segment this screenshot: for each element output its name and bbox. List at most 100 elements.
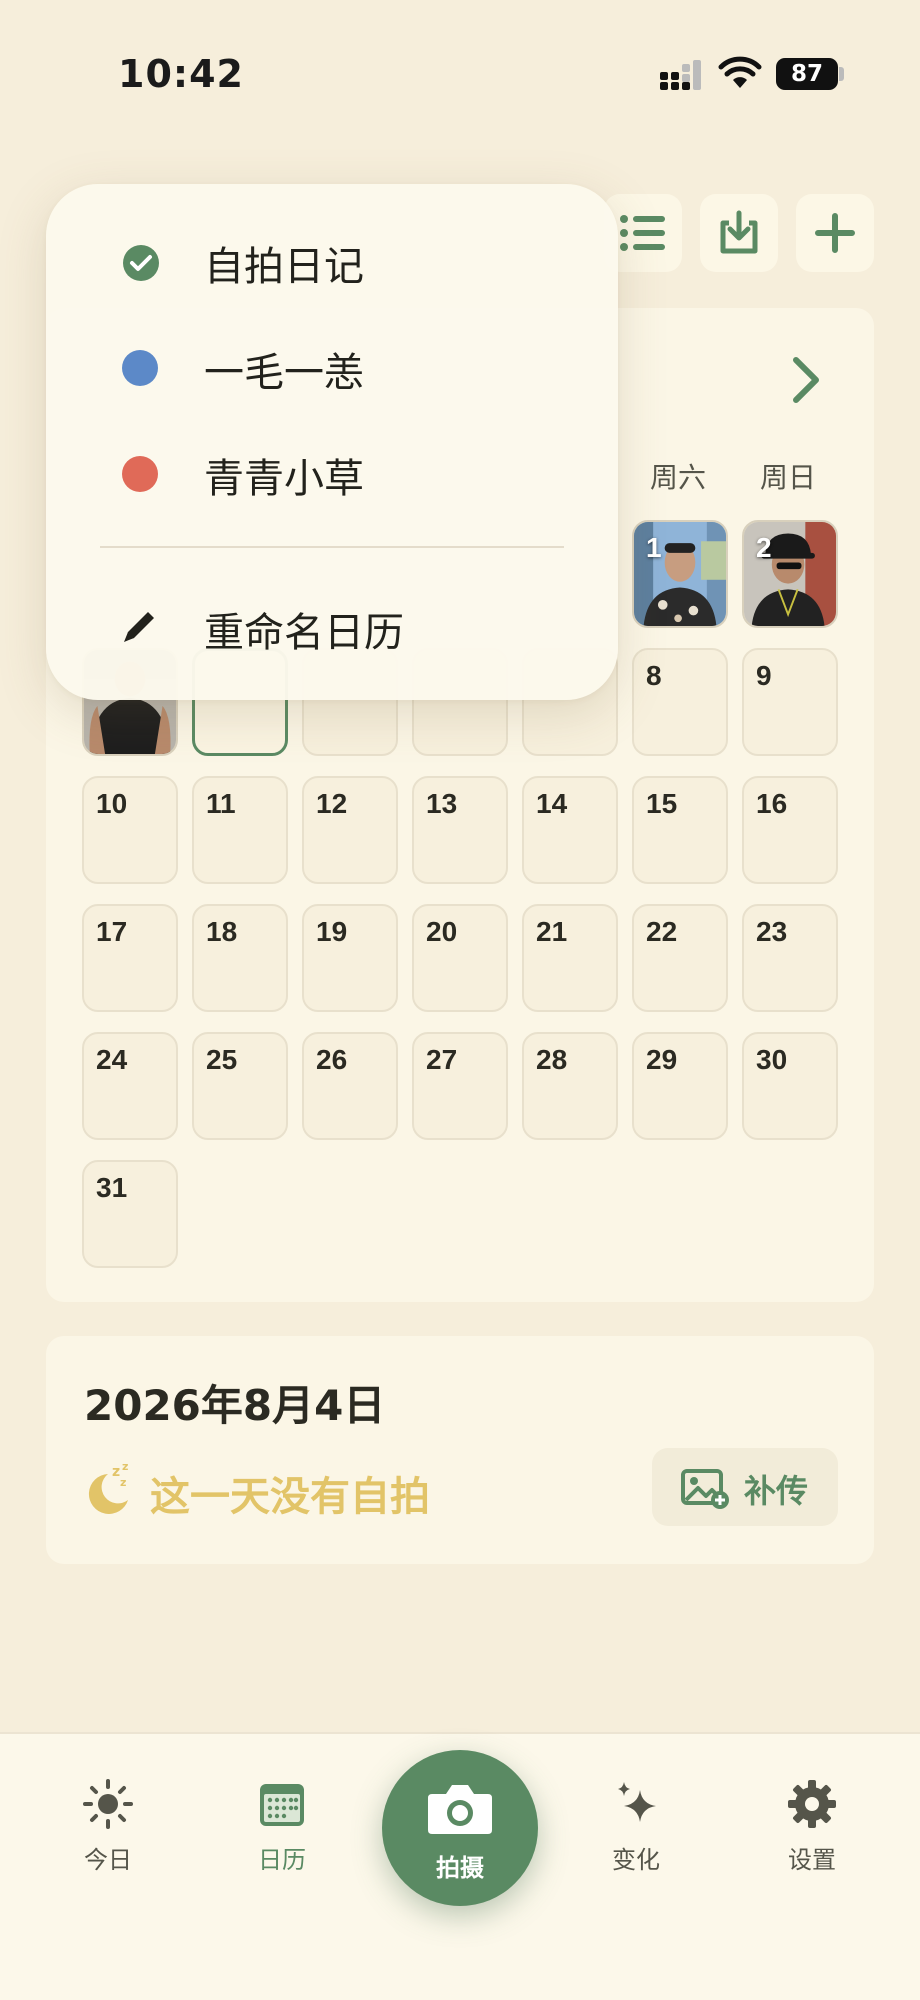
day-cell-31[interactable]: 31: [82, 1160, 178, 1268]
day-number: 27: [426, 1044, 458, 1075]
chevron-right-icon[interactable]: [788, 354, 824, 406]
list-icon: [620, 215, 665, 251]
day-cell-22[interactable]: 22: [632, 904, 728, 1012]
day-cell-29[interactable]: 29: [632, 1032, 728, 1140]
day-cell-26[interactable]: 26: [302, 1032, 398, 1140]
day-number: 31: [96, 1172, 128, 1203]
day-number: 23: [756, 916, 788, 947]
tab-today[interactable]: 今日: [48, 1778, 168, 1875]
battery-indicator: 87: [776, 58, 838, 90]
day-cell-21[interactable]: 21: [522, 904, 618, 1012]
add-photo-icon: [681, 1469, 729, 1509]
gear-icon: [788, 1780, 836, 1828]
day-number: 21: [536, 916, 568, 947]
capture-label: 拍摄: [436, 1854, 484, 1882]
day-cell-1[interactable]: 1: [632, 520, 728, 628]
day-cell-16[interactable]: 16: [742, 776, 838, 884]
day-cell-27[interactable]: 27: [412, 1032, 508, 1140]
day-number: 9: [756, 660, 772, 691]
day-cell-20[interactable]: 20: [412, 904, 508, 1012]
menu-item-qingqing[interactable]: 青青小草: [46, 426, 618, 516]
tab-label: 日历: [258, 1846, 306, 1874]
day-cell-25[interactable]: 25: [192, 1032, 288, 1140]
menu-divider: [100, 546, 564, 548]
status-bar: 10:42 87: [0, 0, 920, 150]
weekday-sat: 周六: [649, 461, 706, 494]
cellular-signal-icon: [660, 60, 704, 90]
plus-icon: [815, 213, 855, 253]
day-cell-10[interactable]: 10: [82, 776, 178, 884]
tab-calendar[interactable]: 日历: [222, 1778, 342, 1875]
day-number: 25: [206, 1044, 238, 1075]
calendar-picker-menu: 自拍日记 一毛一恙 青青小草 重命名日历: [46, 184, 618, 700]
status-time: 10:42: [118, 52, 244, 96]
day-cell-18[interactable]: 18: [192, 904, 288, 1012]
pencil-icon: [124, 612, 154, 642]
day-cell-28[interactable]: 28: [522, 1032, 618, 1140]
day-cell-23[interactable]: 23: [742, 904, 838, 1012]
day-number: 26: [316, 1044, 348, 1075]
day-number: 15: [646, 788, 678, 819]
wifi-icon: [718, 56, 762, 88]
weekday-sun: 周日: [759, 461, 816, 494]
menu-item-label: 一毛一恙: [204, 350, 364, 396]
day-number: 13: [426, 788, 458, 819]
color-dot-icon: [122, 350, 158, 386]
check-circle-icon: [123, 245, 159, 281]
day-number: 22: [646, 916, 678, 947]
tab-changes[interactable]: 变化: [576, 1778, 696, 1875]
day-cell-24[interactable]: 24: [82, 1032, 178, 1140]
day-number: 19: [316, 916, 348, 947]
color-dot-icon: [122, 456, 158, 492]
add-button[interactable]: [796, 194, 874, 272]
tab-label: 变化: [612, 1846, 660, 1874]
day-cell-12[interactable]: 12: [302, 776, 398, 884]
day-number: 8: [646, 660, 662, 691]
menu-item-rename[interactable]: 重命名日历: [46, 580, 618, 670]
day-number: 12: [316, 788, 348, 819]
menu-item-label: 青青小草: [204, 456, 364, 502]
battery-nub: [839, 67, 844, 81]
tab-settings[interactable]: 设置: [752, 1778, 872, 1875]
day-cell-14[interactable]: 14: [522, 776, 618, 884]
menu-item-label: 重命名日历: [204, 610, 404, 656]
day-number: 24: [96, 1044, 128, 1075]
day-cell-9[interactable]: 9: [742, 648, 838, 756]
day-cell-17[interactable]: 17: [82, 904, 178, 1012]
menu-item-selfie-diary[interactable]: 自拍日记: [46, 214, 618, 304]
day-number: 28: [536, 1044, 568, 1075]
day-cell-13[interactable]: 13: [412, 776, 508, 884]
day-number: 18: [206, 916, 238, 947]
download-button[interactable]: [700, 194, 778, 272]
day-cell-11[interactable]: 11: [192, 776, 288, 884]
day-number: 16: [756, 788, 788, 819]
menu-item-label: 自拍日记: [204, 244, 364, 290]
svg-text:z: z: [122, 1460, 128, 1473]
sparkle-icon: [618, 1782, 656, 1822]
day-cell-8[interactable]: 8: [632, 648, 728, 756]
day-number: 14: [536, 788, 568, 819]
tab-label: 设置: [788, 1846, 836, 1874]
no-selfie-message: 这一天没有自拍: [150, 1474, 430, 1520]
day-number: 29: [646, 1044, 678, 1075]
upload-button[interactable]: 补传: [652, 1448, 838, 1526]
day-cell-2[interactable]: 2: [742, 520, 838, 628]
day-number: 20: [426, 916, 458, 947]
day-number: 11: [206, 788, 236, 819]
day-cell-19[interactable]: 19: [302, 904, 398, 1012]
svg-text:z: z: [120, 1476, 126, 1489]
day-number: 2: [756, 532, 772, 563]
day-cell-15[interactable]: 15: [632, 776, 728, 884]
download-icon: [720, 210, 758, 254]
selected-date: 2026年8月4日: [84, 1381, 386, 1430]
day-number: 17: [96, 916, 128, 947]
menu-item-yimao[interactable]: 一毛一恙: [46, 320, 618, 410]
sun-icon: [83, 1779, 133, 1829]
tab-label: 今日: [84, 1846, 132, 1874]
day-number: 10: [96, 788, 128, 819]
capture-button[interactable]: 拍摄: [382, 1750, 538, 1906]
upload-label: 补传: [744, 1472, 809, 1510]
day-cell-30[interactable]: 30: [742, 1032, 838, 1140]
day-number: 30: [756, 1044, 788, 1075]
camera-icon: [428, 1785, 492, 1834]
